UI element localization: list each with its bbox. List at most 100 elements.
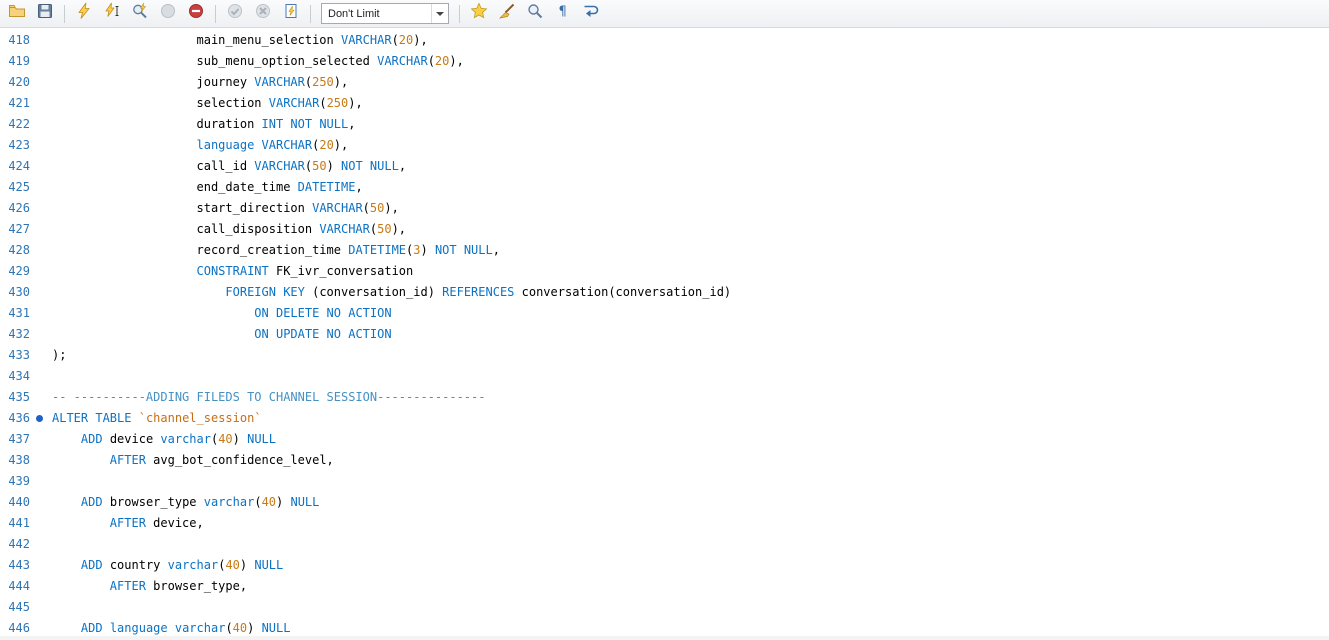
- marker-column: [30, 177, 52, 198]
- code-line[interactable]: 442: [0, 534, 1329, 555]
- code-line[interactable]: 422 duration INT NOT NULL,: [0, 114, 1329, 135]
- line-number: 421: [0, 93, 30, 114]
- code-line[interactable]: 428 record_creation_time DATETIME(3) NOT…: [0, 240, 1329, 261]
- code-line[interactable]: 443 ADD country varchar(40) NULL: [0, 555, 1329, 576]
- stop-on-error-icon: [187, 2, 205, 25]
- marker-column: [30, 156, 52, 177]
- explain-button[interactable]: [127, 2, 153, 26]
- open-folder-icon: [8, 2, 26, 25]
- marker-column: [30, 471, 52, 492]
- marker-column: [30, 492, 52, 513]
- code-line[interactable]: 436 ALTER TABLE `channel_session`: [0, 408, 1329, 429]
- code-line[interactable]: 445: [0, 597, 1329, 618]
- open-script-button[interactable]: [4, 2, 30, 26]
- code-line[interactable]: 425 end_date_time DATETIME,: [0, 177, 1329, 198]
- beautify-button[interactable]: [494, 2, 520, 26]
- autocommit-icon: [282, 2, 300, 25]
- search-icon: [526, 2, 544, 25]
- line-number: 438: [0, 450, 30, 471]
- marker-column: [30, 429, 52, 450]
- toolbar-separator: [215, 5, 216, 23]
- line-number: 419: [0, 51, 30, 72]
- marker-column: [30, 72, 52, 93]
- code-line[interactable]: 441 AFTER device,: [0, 513, 1329, 534]
- line-number: 422: [0, 114, 30, 135]
- code-text: duration INT NOT NULL,: [52, 114, 355, 135]
- code-text: CONSTRAINT FK_ivr_conversation: [52, 261, 413, 282]
- save-script-button[interactable]: [32, 2, 58, 26]
- code-text: ADD country varchar(40) NULL: [52, 555, 283, 576]
- marker-column: [30, 345, 52, 366]
- code-line[interactable]: 437 ADD device varchar(40) NULL: [0, 429, 1329, 450]
- sql-code-editor[interactable]: 418 main_menu_selection VARCHAR(20),419 …: [0, 28, 1329, 640]
- line-number: 424: [0, 156, 30, 177]
- code-line[interactable]: 424 call_id VARCHAR(50) NOT NULL,: [0, 156, 1329, 177]
- code-text: -- ----------ADDING FILEDS TO CHANNEL SE…: [52, 387, 485, 408]
- execute-current-statement-button[interactable]: [99, 2, 125, 26]
- marker-column: [30, 324, 52, 345]
- line-number: 420: [0, 72, 30, 93]
- line-number: 427: [0, 219, 30, 240]
- code-line[interactable]: 433);: [0, 345, 1329, 366]
- toolbar-separator: [459, 5, 460, 23]
- code-text: ON UPDATE NO ACTION: [52, 324, 392, 345]
- marker-column: [30, 555, 52, 576]
- line-number: 443: [0, 555, 30, 576]
- code-text: selection VARCHAR(250),: [52, 93, 363, 114]
- code-line[interactable]: 438 AFTER avg_bot_confidence_level,: [0, 450, 1329, 471]
- line-number: 418: [0, 30, 30, 51]
- line-number: 434: [0, 366, 30, 387]
- stop-icon: [159, 2, 177, 25]
- autocommit-toggle[interactable]: [278, 2, 304, 26]
- code-line[interactable]: 423 language VARCHAR(20),: [0, 135, 1329, 156]
- stop-on-error-toggle[interactable]: [183, 2, 209, 26]
- code-text: FOREIGN KEY (conversation_id) REFERENCES…: [52, 282, 731, 303]
- code-lines: 418 main_menu_selection VARCHAR(20),419 …: [0, 30, 1329, 639]
- marker-column: [30, 219, 52, 240]
- code-line[interactable]: 427 call_disposition VARCHAR(50),: [0, 219, 1329, 240]
- code-line[interactable]: 434: [0, 366, 1329, 387]
- line-number: 436: [0, 408, 30, 429]
- marker-column: [30, 261, 52, 282]
- statement-marker: [30, 408, 52, 429]
- horizontal-scrollbar[interactable]: [0, 636, 1329, 640]
- code-line[interactable]: 421 selection VARCHAR(250),: [0, 93, 1329, 114]
- code-text: AFTER browser_type,: [52, 576, 247, 597]
- commit-button[interactable]: [222, 2, 248, 26]
- marker-column: [30, 198, 52, 219]
- marker-column: [30, 282, 52, 303]
- row-limit-dropdown[interactable]: Don't Limit: [321, 3, 449, 24]
- code-line[interactable]: 439: [0, 471, 1329, 492]
- code-text: record_creation_time DATETIME(3) NOT NUL…: [52, 240, 500, 261]
- code-line[interactable]: 420 journey VARCHAR(250),: [0, 72, 1329, 93]
- code-line[interactable]: 429 CONSTRAINT FK_ivr_conversation: [0, 261, 1329, 282]
- code-line[interactable]: 435 -- ----------ADDING FILEDS TO CHANNEL…: [0, 387, 1329, 408]
- code-line[interactable]: 431 ON DELETE NO ACTION: [0, 303, 1329, 324]
- execute-bolt-icon: [75, 2, 93, 25]
- rollback-button[interactable]: [250, 2, 276, 26]
- line-number: 445: [0, 597, 30, 618]
- stop-button[interactable]: [155, 2, 181, 26]
- pilcrow-invisibles-icon: ¶: [554, 2, 572, 25]
- marker-column: [30, 30, 52, 51]
- code-line[interactable]: 440 ADD browser_type varchar(40) NULL: [0, 492, 1329, 513]
- code-line[interactable]: 419 sub_menu_option_selected VARCHAR(20)…: [0, 51, 1329, 72]
- code-line[interactable]: 426 start_direction VARCHAR(50),: [0, 198, 1329, 219]
- code-line[interactable]: 418 main_menu_selection VARCHAR(20),: [0, 30, 1329, 51]
- line-number: 429: [0, 261, 30, 282]
- save-snippet-button[interactable]: [466, 2, 492, 26]
- find-button[interactable]: [522, 2, 548, 26]
- invisibles-toggle[interactable]: ¶: [550, 2, 576, 26]
- code-line[interactable]: 444 AFTER browser_type,: [0, 576, 1329, 597]
- marker-column: [30, 135, 52, 156]
- code-text: ALTER TABLE `channel_session`: [52, 408, 262, 429]
- execute-button[interactable]: [71, 2, 97, 26]
- line-number: 435: [0, 387, 30, 408]
- code-line[interactable]: 432 ON UPDATE NO ACTION: [0, 324, 1329, 345]
- code-text: ADD browser_type varchar(40) NULL: [52, 492, 319, 513]
- wrap-text-toggle[interactable]: [578, 2, 604, 26]
- line-number: 442: [0, 534, 30, 555]
- line-number: 433: [0, 345, 30, 366]
- execute-current-icon: [103, 2, 121, 25]
- code-line[interactable]: 430 FOREIGN KEY (conversation_id) REFERE…: [0, 282, 1329, 303]
